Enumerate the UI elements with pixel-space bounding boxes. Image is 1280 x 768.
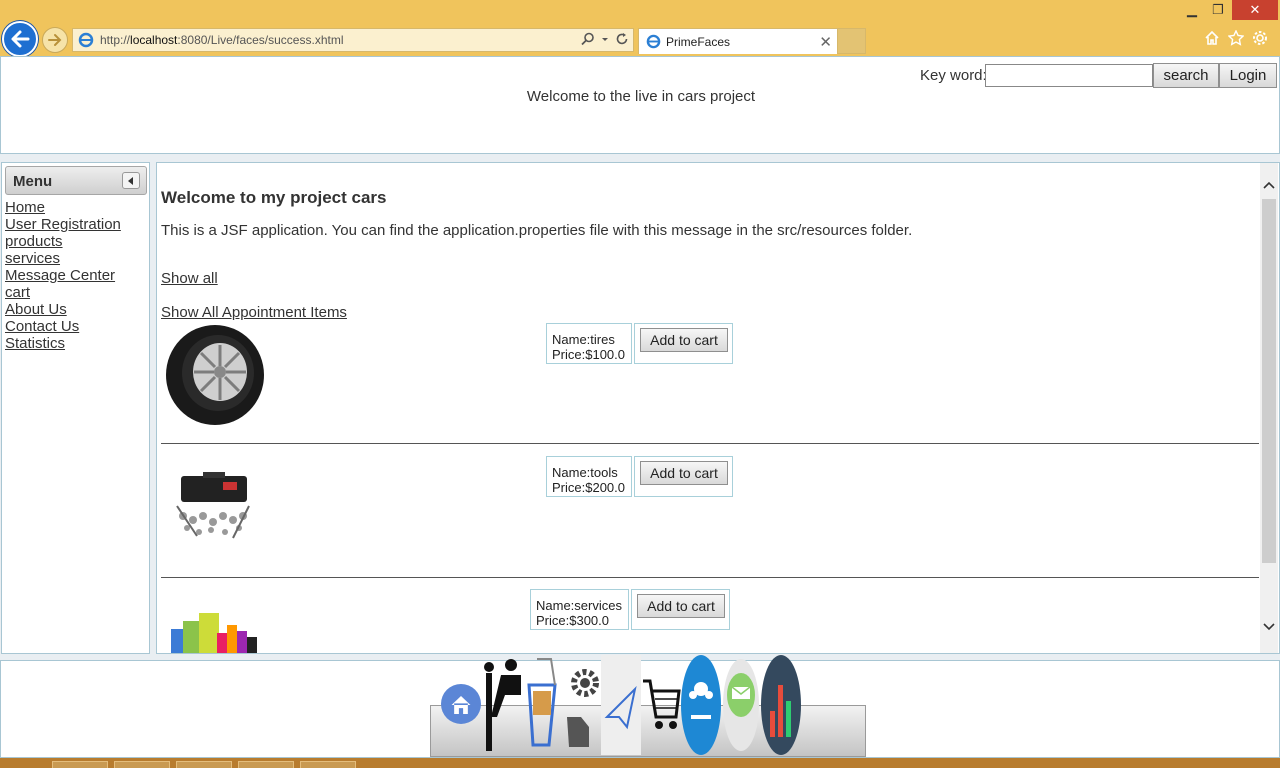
taskbar-item[interactable] — [114, 761, 170, 768]
menu-item-services[interactable]: services — [5, 250, 121, 267]
login-button[interactable]: Login — [1219, 63, 1277, 88]
dock-services-icon[interactable] — [561, 655, 601, 755]
forward-arrow-icon — [48, 34, 62, 46]
cart-cell: Add to cart — [631, 589, 730, 630]
add-to-cart-button[interactable]: Add to cart — [640, 461, 728, 485]
cart-cell: Add to cart — [634, 323, 733, 364]
divider — [161, 443, 1259, 444]
ie-page-icon — [78, 32, 94, 48]
search-button[interactable]: search — [1153, 63, 1219, 88]
menu-header[interactable]: Menu — [5, 166, 147, 195]
product-info: Name:tools Price:$200.0 — [546, 456, 632, 497]
favorites-star-icon[interactable] — [1228, 30, 1244, 46]
scroll-thumb[interactable] — [1262, 199, 1276, 563]
back-arrow-icon — [11, 30, 30, 48]
product-row: Name:services Price:$300.0 Add to cart — [161, 589, 1259, 653]
new-tab-button[interactable] — [838, 28, 866, 54]
product-name: Name:tires — [552, 332, 615, 347]
refresh-icon[interactable] — [615, 32, 629, 46]
product-price: Price:$200.0 — [552, 480, 625, 495]
page-viewport: Key word: search Login Welcome to the li… — [0, 56, 1280, 758]
content-panel: Welcome to my project cars This is a JSF… — [156, 162, 1280, 654]
keyword-label: Key word: — [920, 67, 987, 84]
add-to-cart-button[interactable]: Add to cart — [637, 594, 725, 618]
menu-item-home[interactable]: Home — [5, 199, 121, 216]
tire-image — [166, 325, 264, 425]
product-info: Name:tires Price:$100.0 — [546, 323, 632, 364]
dock-products-icon[interactable] — [521, 655, 561, 755]
restore-button[interactable]: ❐ — [1204, 0, 1232, 20]
taskbar-item[interactable] — [300, 761, 356, 768]
menu-item-user-registration[interactable]: User Registration — [5, 216, 121, 233]
product-info: Name:services Price:$300.0 — [530, 589, 629, 630]
tab-title: PrimeFaces — [666, 34, 731, 49]
product-name: Name:services — [536, 598, 622, 613]
collapse-menu-button[interactable] — [122, 172, 140, 189]
ie-tab-icon — [646, 34, 661, 49]
product-row: Name:tools Price:$200.0 Add to cart — [161, 456, 1259, 576]
show-appointments-link[interactable]: Show All Appointment Items — [161, 304, 347, 321]
dock-about-us-icon[interactable] — [681, 655, 721, 755]
taskbar-item[interactable] — [238, 761, 294, 768]
menu-item-cart[interactable]: cart — [5, 284, 121, 301]
car-care-products-image — [171, 613, 257, 653]
browser-tab[interactable]: PrimeFaces ✕ — [638, 28, 838, 54]
dock-message-icon[interactable] — [601, 655, 641, 755]
show-all-link[interactable]: Show all — [161, 270, 218, 287]
add-to-cart-button[interactable]: Add to cart — [640, 328, 728, 352]
taskbar-item[interactable] — [176, 761, 232, 768]
dock-statistics-icon[interactable] — [761, 655, 801, 755]
back-button[interactable] — [2, 21, 38, 57]
dock-user-registration-icon[interactable] — [481, 655, 521, 755]
dropdown-icon[interactable] — [601, 32, 609, 46]
gear-icon[interactable] — [1252, 30, 1268, 46]
address-url[interactable]: http://localhost:8080/Live/faces/success… — [100, 33, 343, 47]
scroll-up-arrow-icon[interactable] — [1262, 177, 1276, 193]
keyword-input[interactable] — [985, 64, 1153, 87]
address-bar[interactable]: http://localhost:8080/Live/faces/success… — [72, 28, 634, 52]
cart-cell: Add to cart — [634, 456, 733, 497]
scroll-down-arrow-icon[interactable] — [1262, 619, 1276, 635]
forward-button[interactable] — [42, 27, 68, 53]
windows-taskbar — [0, 758, 1280, 768]
product-name: Name:tools — [552, 465, 618, 480]
toolkit-image — [176, 472, 250, 539]
browser-chrome: http://localhost:8080/Live/faces/success… — [0, 0, 1280, 57]
content-description: This is a JSF application. You can find … — [161, 222, 913, 239]
dock-menu — [441, 655, 801, 755]
close-window-button[interactable]: ✕ — [1232, 0, 1278, 20]
minimize-button[interactable]: ▁ — [1178, 0, 1206, 20]
menu-list: Home User Registration products services… — [5, 199, 121, 352]
dock-cart-icon[interactable] — [641, 655, 681, 755]
menu-title: Menu — [13, 173, 53, 190]
dock-home-icon[interactable] — [441, 655, 481, 755]
home-icon[interactable] — [1204, 30, 1220, 46]
dock-contact-us-icon[interactable] — [721, 655, 761, 755]
tab-close-icon[interactable]: ✕ — [819, 33, 832, 51]
divider — [161, 577, 1259, 578]
chevron-left-icon — [128, 176, 133, 185]
welcome-banner: Welcome to the live in cars project — [526, 88, 756, 105]
product-price: Price:$100.0 — [552, 347, 625, 362]
page-header: Key word: search Login Welcome to the li… — [0, 56, 1280, 154]
content-title: Welcome to my project cars — [161, 188, 387, 207]
vertical-scrollbar[interactable] — [1260, 163, 1278, 653]
menu-item-statistics[interactable]: Statistics — [5, 335, 121, 352]
menu-panel: Menu Home User Registration products ser… — [1, 162, 150, 654]
menu-item-contact-us[interactable]: Contact Us — [5, 318, 121, 335]
menu-item-message-center[interactable]: Message Center — [5, 267, 121, 284]
taskbar-item[interactable] — [52, 761, 108, 768]
search-icon[interactable] — [581, 32, 595, 46]
product-row: Name:tires Price:$100.0 Add to cart — [161, 323, 1259, 443]
menu-item-products[interactable]: products — [5, 233, 121, 250]
menu-item-about-us[interactable]: About Us — [5, 301, 121, 318]
page-footer — [0, 655, 1280, 758]
product-price: Price:$300.0 — [536, 613, 609, 628]
